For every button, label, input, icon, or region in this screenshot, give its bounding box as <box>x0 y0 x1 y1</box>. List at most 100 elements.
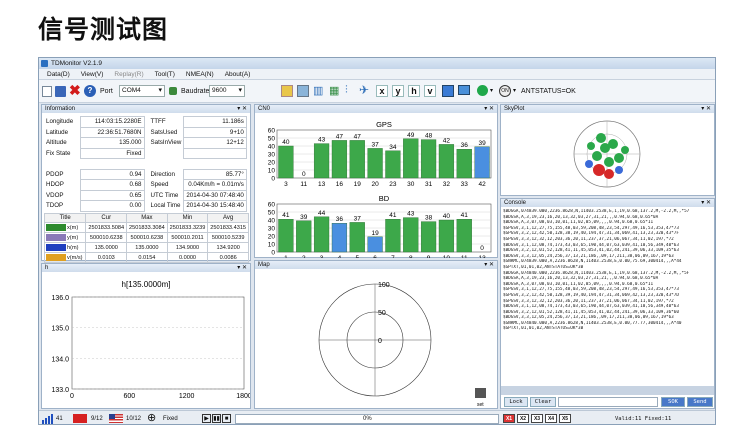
console-tab[interactable]: X3 <box>531 414 543 423</box>
cn0-bar <box>296 220 312 253</box>
console-scrollbar[interactable] <box>501 386 714 395</box>
stat-avg: 500010.5239 <box>207 232 249 243</box>
stop-button[interactable]: ■ <box>222 414 231 423</box>
satellite-dot <box>592 151 602 161</box>
y-plot-button[interactable]: y <box>392 85 404 97</box>
x-plot-button[interactable]: x <box>376 85 388 97</box>
table-icon[interactable] <box>297 85 309 97</box>
stat-cur: 500010.6238 <box>85 232 128 243</box>
bar-chart-icon[interactable]: ▥ <box>313 84 323 97</box>
info-label <box>144 148 184 159</box>
satellite-dot <box>608 139 618 149</box>
map-settings-button[interactable] <box>475 388 486 398</box>
cn0-panel: CN0 ▾ ✕ GPS 60 50 40 30 20 10 0 40 3 0 11 43 13 47 16 47 1… <box>254 104 498 258</box>
menu-item[interactable]: View(V) <box>81 69 104 79</box>
satellite-dot <box>614 153 624 163</box>
info-value: 0.04Km/h = 0.01m/s <box>183 179 247 191</box>
bar-value-label: 0 <box>480 245 484 252</box>
lock-button[interactable]: Lock <box>504 397 528 407</box>
play-button[interactable]: ▶ <box>202 414 211 423</box>
x-tick-label: 600 <box>123 393 135 400</box>
y-tick-label: 50 <box>268 210 276 217</box>
console-icon[interactable] <box>442 85 454 97</box>
dropdown-arrow-icon[interactable]: ▾ <box>490 87 493 94</box>
info-label: Local Time <box>150 202 181 210</box>
close-icon[interactable]: ✖ <box>69 82 81 99</box>
port-select[interactable]: COM4 <box>119 85 165 97</box>
series-swatch[interactable] <box>46 224 66 231</box>
console-tab[interactable]: X4 <box>545 414 557 423</box>
new-icon[interactable] <box>42 86 52 97</box>
v-plot-button[interactable]: v <box>424 85 436 97</box>
fix-state: Fixed <box>163 416 178 422</box>
info-label: Direction <box>150 170 175 178</box>
cn0-bar <box>367 236 383 253</box>
connect-icon[interactable] <box>169 87 177 95</box>
dropdown-arrow-icon[interactable]: ▾ <box>513 87 516 94</box>
x-tick-label: 1200 <box>179 393 195 400</box>
bar-value-label: 39 <box>478 140 486 147</box>
cn0-bar <box>420 139 437 179</box>
help-icon[interactable]: ? <box>84 85 96 97</box>
signal-icon[interactable]: ⫶ <box>345 84 348 97</box>
cn0-chart-icon[interactable]: ▦ <box>329 84 339 97</box>
baud-label: Baudrate <box>181 88 210 95</box>
cn0-bar <box>438 219 455 253</box>
save-icon[interactable] <box>55 86 66 97</box>
valid-fixed-count: Valid:11 Fixed:11 <box>615 416 672 422</box>
menu-item[interactable]: Replay(R) <box>114 69 143 79</box>
send-button[interactable]: Send <box>687 397 713 407</box>
cn0-bar <box>331 222 348 253</box>
satellite-id-label: 19 <box>354 181 362 188</box>
menu-item[interactable]: Tool(T) <box>155 69 175 79</box>
pause-button[interactable]: ▮▮ <box>212 414 221 423</box>
cn0-bar <box>403 217 419 253</box>
title-bar: TDMonitor V2.1.9 <box>39 58 715 69</box>
satellite-icon[interactable]: ✈ <box>359 83 369 97</box>
menu-item[interactable]: NMEA(N) <box>186 69 214 79</box>
info-label: Speed <box>150 181 169 189</box>
satellite-id-label: 3 <box>320 255 324 258</box>
menu-item[interactable]: About(A) <box>225 69 251 79</box>
bar-value-label: 41 <box>461 212 469 219</box>
bar-value-label: 43 <box>318 137 326 144</box>
cn0-bar <box>367 148 383 179</box>
list-view-icon[interactable] <box>281 85 293 97</box>
y-tick-label: 30 <box>268 152 276 159</box>
satellite-id-label: 11 <box>461 255 468 258</box>
command-input[interactable] <box>558 397 658 407</box>
app-window: TDMonitor V2.1.9 Data(D) View(V) Replay(R)… <box>38 57 716 425</box>
information-panel: Information ▾ ✕ Longitude 114:03:15.2280E T… <box>41 104 251 263</box>
y-tick-label: 50 <box>268 136 276 143</box>
stats-table: Title Cur Max Min Avg x(m) 2501833.5084 2501833… <box>43 213 249 263</box>
bar-value-label: 48 <box>425 133 433 140</box>
us-flag-icon <box>109 414 123 423</box>
record-icon[interactable] <box>477 85 488 96</box>
console-output[interactable]: $BDGGA,074839.000,2236.8628,N,11403.2538… <box>503 209 712 384</box>
series-swatch[interactable] <box>46 254 66 261</box>
clear-button[interactable]: Clear <box>530 397 556 407</box>
satellite-id-label: 2 <box>302 255 306 258</box>
info-value: 85.77° <box>183 168 247 180</box>
bar-value-label: 47 <box>336 133 344 140</box>
console-tab[interactable]: X2 <box>517 414 529 423</box>
y-tick-label: 20 <box>268 160 276 167</box>
info-value: 22:36:51.7680N <box>79 126 145 138</box>
sok-button[interactable]: SOK <box>661 397 685 407</box>
satellite-dot <box>615 166 623 174</box>
cn0-bar <box>456 218 472 253</box>
satellite-dot <box>587 142 595 150</box>
satellite-id-label: 23 <box>389 181 397 188</box>
h-plot-button[interactable]: h <box>408 85 420 97</box>
console-tab[interactable]: X5 <box>559 414 571 423</box>
console-tab[interactable]: X1 <box>503 414 515 423</box>
baud-select[interactable]: 9600 <box>209 85 245 97</box>
bar-value-label: 37 <box>371 141 379 148</box>
info-value: 0.00 <box>79 200 145 212</box>
menu-item[interactable]: Data(D) <box>47 69 70 79</box>
monitor-icon[interactable] <box>458 85 470 95</box>
series-swatch[interactable] <box>46 244 66 251</box>
info-value: 0.94 <box>79 168 145 180</box>
antenna-status-icon: ON <box>499 85 511 97</box>
series-swatch[interactable] <box>46 234 66 241</box>
